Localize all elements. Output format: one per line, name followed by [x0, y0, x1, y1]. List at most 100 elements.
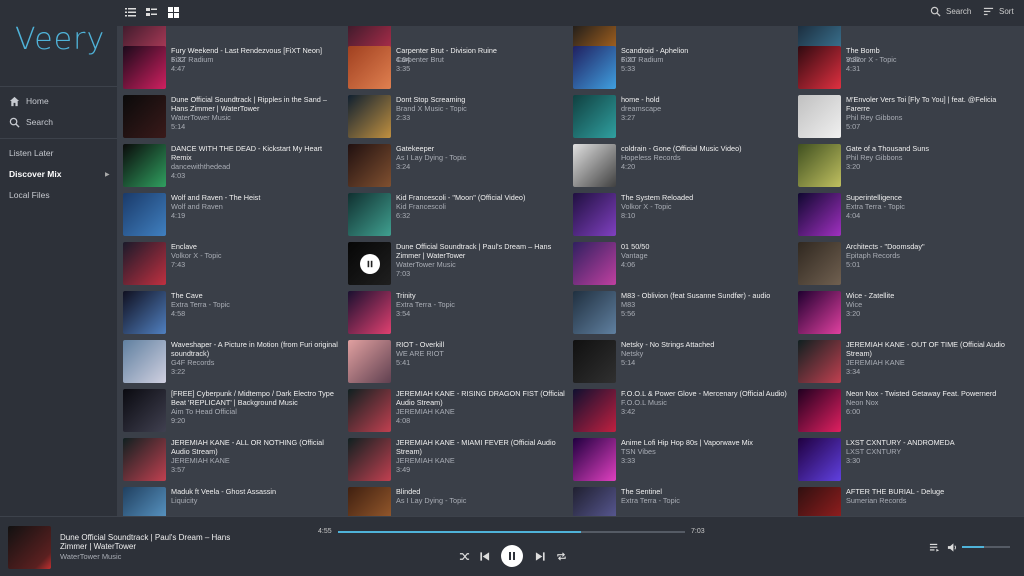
sidebar-item-home[interactable]: Home — [9, 92, 49, 110]
track-item[interactable]: Carpenter Brut - Division Ruine Carpenter… — [348, 46, 572, 92]
track-title: Netsky - No Strings Attached — [621, 340, 715, 349]
track-title: Wolf and Raven - The Heist — [171, 193, 261, 202]
previous-button[interactable] — [478, 550, 490, 562]
track-item[interactable]: Dune Official Soundtrack | Ripples in th… — [123, 95, 347, 141]
track-duration: 4:20 — [621, 162, 636, 171]
track-item[interactable]: Netsky - No Strings Attached Netsky 5:14 — [573, 340, 797, 386]
track-item[interactable]: Fury Weekend - Last Rendezvous [FiXT Neo… — [123, 46, 347, 92]
track-item[interactable]: The Sentinel Extra Terra - Topic — [573, 487, 797, 516]
track-thumbnail — [798, 193, 841, 236]
track-item[interactable]: Gatekeeper As I Lay Dying - Topic 3:24 — [348, 144, 572, 190]
track-item[interactable]: The Cave Extra Terra - Topic 4:58 — [123, 291, 347, 337]
track-title: Dune Official Soundtrack | Paul's Dream … — [396, 242, 552, 260]
seek-progress — [338, 531, 581, 533]
track-item[interactable]: DANCE WITH THE DEAD - Kickstart My Heart… — [123, 144, 347, 190]
player-bar: Dune Official Soundtrack | Paul's Dream … — [0, 516, 1024, 576]
track-item[interactable]: AFTER THE BURIAL - Deluge Sumerian Record… — [798, 487, 1022, 516]
shuffle-button[interactable] — [458, 550, 470, 562]
track-meta: F.O.O.L & Power Glove - Mercenary (Offic… — [621, 389, 791, 435]
playing-overlay[interactable] — [348, 242, 391, 285]
track-thumbnail — [798, 46, 841, 89]
track-item[interactable]: Dont Stop Screaming Brand X Music - Topic… — [348, 95, 572, 141]
track-title: The Sentinel — [621, 487, 662, 496]
track-item[interactable]: JEREMIAH KANE - ALL OR NOTHING (Official… — [123, 438, 347, 484]
track-item[interactable]: Architects - "Doomsday" Epitaph Records 5:… — [798, 242, 1022, 288]
track-item[interactable]: Gate of a Thousand Suns Phil Rey Gibbons 3… — [798, 144, 1022, 190]
volume-button[interactable] — [946, 541, 958, 553]
track-item[interactable]: [FREE] Cyberpunk / Midtempo / Dark Elect… — [123, 389, 347, 435]
track-item[interactable]: coldrain - Gone (Official Music Video) Ho… — [573, 144, 797, 190]
track-item[interactable]: M'Envoler Vers Toi [Fly To You] | feat. … — [798, 95, 1022, 141]
track-item[interactable]: The Bomb Volkor X - Topic 4:31 — [798, 46, 1022, 92]
track-item[interactable]: Scandroid - Aphelion FiXT Radium 5:33 — [573, 46, 797, 92]
now-playing-artist[interactable]: WaterTower Music — [60, 552, 121, 561]
track-artist: As I Lay Dying - Topic — [396, 496, 467, 505]
grid-view-icon[interactable] — [167, 6, 180, 19]
track-artist: Extra Terra - Topic — [846, 202, 905, 211]
skip-next-icon — [535, 551, 545, 561]
now-playing-title[interactable]: Dune Official Soundtrack | Paul's Dream … — [60, 533, 240, 551]
track-item[interactable]: Dune Official Soundtrack | Paul's Dream … — [348, 242, 572, 288]
track-item[interactable]: LXST CXNTURY - ANDROMEDA LXST CXNTURY 3:30 — [798, 438, 1022, 484]
track-item[interactable]: Wice - Zatellite Wice 3:20 — [798, 291, 1022, 337]
seek-bar[interactable] — [338, 531, 685, 533]
track-meta: Netsky - No Strings Attached Netsky 5:14 — [621, 340, 791, 386]
track-duration: 5:41 — [396, 358, 411, 367]
track-item[interactable]: JEREMIAH KANE - MIAMI FEVER (Official Au… — [348, 438, 572, 484]
track-item[interactable]: Wolf and Raven - The Heist Wolf and Raven… — [123, 193, 347, 239]
track-item[interactable]: 01 50/50 Vantage 4:06 — [573, 242, 797, 288]
track-thumbnail — [123, 242, 166, 285]
sort-button[interactable]: Sort — [983, 6, 1014, 17]
sort-label: Sort — [999, 7, 1014, 16]
toolbar: Search Sort — [117, 0, 1024, 26]
track-item[interactable]: home - hold dreamscape 3:27 — [573, 95, 797, 141]
track-meta: AFTER THE BURIAL - Deluge Sumerian Record… — [846, 487, 1016, 516]
track-item[interactable]: Enclave Volkor X - Topic 7:43 — [123, 242, 347, 288]
list-view-icon[interactable] — [124, 6, 137, 19]
track-item[interactable]: M83 - Oblivion (feat Susanne Sundfør) - … — [573, 291, 797, 337]
sidebar-item-listen-later[interactable]: Listen Later — [9, 144, 53, 162]
sidebar-item-search[interactable]: Search — [9, 113, 53, 131]
track-duration: 3:54 — [396, 309, 411, 318]
track-thumbnail — [798, 438, 841, 481]
queue-button[interactable] — [928, 541, 940, 553]
track-item[interactable]: JEREMIAH KANE - RISING DRAGON FIST (Offi… — [348, 389, 572, 435]
track-item[interactable]: F.O.O.L & Power Glove - Mercenary (Offic… — [573, 389, 797, 435]
track-item[interactable]: JEREMIAH KANE - OUT OF TIME (Official Au… — [798, 340, 1022, 386]
now-playing-thumbnail[interactable] — [8, 526, 51, 569]
repeat-button[interactable] — [555, 550, 567, 562]
track-item[interactable]: Trinity Extra Terra - Topic 3:54 — [348, 291, 572, 337]
track-item[interactable]: Maduk ft Veela - Ghost Assassin Liquicity — [123, 487, 347, 516]
track-title: M83 - Oblivion (feat Susanne Sundfør) - … — [621, 291, 771, 300]
track-item[interactable]: Kid Francescoli - "Moon" (Official Video… — [348, 193, 572, 239]
track-item[interactable]: Waveshaper - A Picture in Motion (from F… — [123, 340, 347, 386]
track-thumbnail — [798, 95, 841, 138]
track-thumbnail — [798, 242, 841, 285]
track-duration: 5:33 — [621, 64, 636, 73]
track-duration: 3:22 — [171, 367, 186, 376]
track-item[interactable]: Anime Lofi Hip Hop 80s | Vaporwave Mix TS… — [573, 438, 797, 484]
sidebar-item-discover-mix[interactable]: Discover Mix — [9, 165, 61, 183]
pause-button[interactable] — [501, 545, 523, 567]
track-title: The System Reloaded — [621, 193, 694, 202]
track-item[interactable]: Blinded As I Lay Dying - Topic — [348, 487, 572, 516]
track-artist: G4F Records — [171, 358, 215, 367]
track-title: Wice - Zatellite — [846, 291, 895, 300]
search-button[interactable]: Search — [930, 6, 971, 17]
track-meta: Maduk ft Veela - Ghost Assassin Liquicity — [171, 487, 341, 516]
track-duration: 4:08 — [396, 416, 411, 425]
track-duration: 6:00 — [846, 407, 861, 416]
track-item[interactable]: Superintelligence Extra Terra - Topic 4:04 — [798, 193, 1022, 239]
track-item[interactable]: Neon Nox - Twisted Getaway Feat. Powerne… — [798, 389, 1022, 435]
volume-slider[interactable] — [962, 546, 1010, 548]
track-item[interactable]: The System Reloaded Volkor X - Topic 8:10 — [573, 193, 797, 239]
next-button[interactable] — [534, 550, 546, 562]
track-duration: 3:24 — [396, 162, 411, 171]
sidebar-item-local-files[interactable]: Local Files — [9, 186, 50, 204]
track-duration: 5:56 — [621, 309, 636, 318]
track-meta: Wolf and Raven - The Heist Wolf and Raven… — [171, 193, 341, 239]
track-title: [FREE] Cyberpunk / Midtempo / Dark Elect… — [171, 389, 334, 407]
track-item[interactable]: RIOT - Overkill WE ARE RIOT 5:41 — [348, 340, 572, 386]
detailed-list-view-icon[interactable] — [145, 6, 158, 19]
track-artist: Phil Rey Gibbons — [846, 153, 903, 162]
